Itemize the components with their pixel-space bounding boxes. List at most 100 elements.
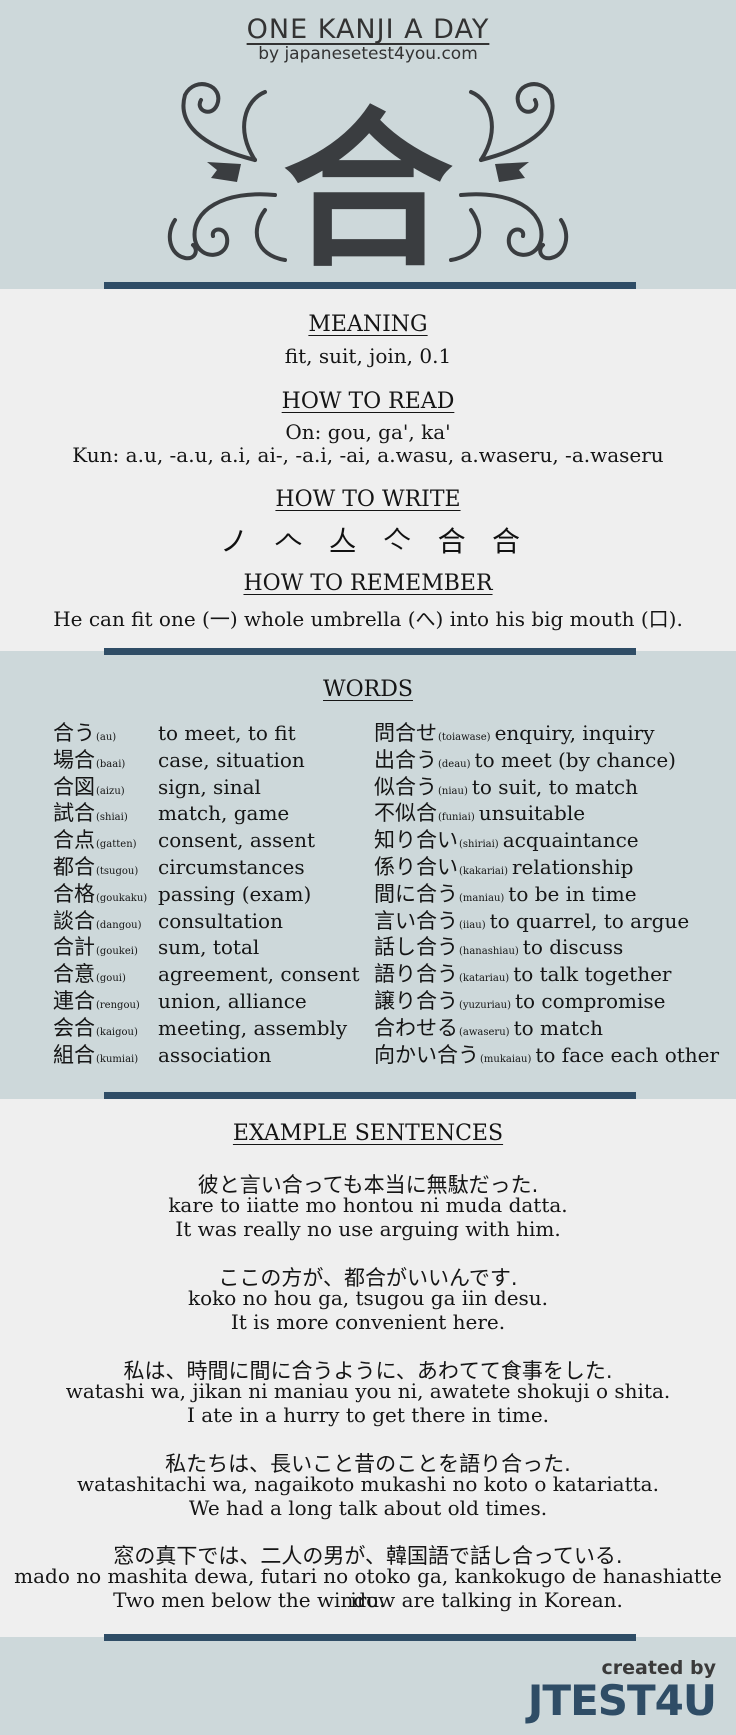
kanji-ornament: 合: [167, 82, 569, 270]
word-row: 場合(baai) case, situation: [53, 747, 373, 774]
word-reading: (maniau): [459, 892, 505, 904]
word-row: 話し合う(hanashiau) to discuss: [374, 934, 734, 961]
word-row: 合計(goukei) sum, total: [53, 934, 373, 961]
remember-heading: HOW TO REMEMBER: [243, 571, 493, 596]
word-meaning: association: [158, 1042, 272, 1067]
word-meaning: to meet, to fit: [158, 721, 296, 745]
word-kanji: 合意: [53, 962, 95, 987]
word-reading: (goukaku): [96, 892, 148, 904]
word-row: 会合(kaigou) meeting, assembly: [53, 1015, 373, 1042]
word-row: 語り合う(katariau) to talk together: [374, 961, 734, 988]
word-row: 不似合(funiai) unsuitable: [374, 800, 734, 827]
word-row: 談合(dangou) consultation: [53, 908, 373, 935]
word-reading: (kaigou): [96, 1026, 138, 1038]
word-meaning: to suit, to match: [471, 774, 639, 799]
word-meaning: to talk together: [513, 962, 672, 987]
word-reading: (hanashiau): [459, 946, 519, 958]
word-kanji: 合格: [53, 881, 95, 906]
remember-text: He can fit one (一) whole umbrella (へ) in…: [53, 607, 683, 631]
word-reading: (niau): [438, 785, 468, 797]
word-row: 合点(gatten) consent, assent: [53, 827, 373, 854]
word-reading: (baai): [96, 758, 126, 770]
word-row: 似合う(niau) to suit, to match: [374, 774, 734, 801]
word-meaning: sign, sinal: [158, 774, 261, 799]
divider: [104, 1634, 636, 1641]
word-reading: (dangou): [96, 919, 142, 931]
stroke-step: 亼: [328, 525, 357, 558]
word-meaning: meeting, assembly: [158, 1015, 348, 1040]
word-row: 合格(goukaku) passing (exam): [53, 881, 373, 908]
word-kanji: 合わせる: [374, 1015, 458, 1040]
word-row: 都合(tsugou) circumstances: [53, 854, 373, 881]
meaning-heading: MEANING: [308, 312, 428, 337]
word-reading: (tsugou): [96, 865, 139, 877]
word-meaning: consultation: [158, 908, 283, 933]
word-kanji: 都合: [53, 854, 95, 879]
write-heading: HOW TO WRITE: [275, 487, 461, 512]
word-row: 向かい合う(mukaiau) to face each other: [374, 1042, 734, 1069]
word-kanji: 合点: [53, 828, 95, 853]
word-reading: (iiau): [459, 919, 486, 931]
word-reading: (awaseru): [459, 1026, 510, 1038]
read-on: On: gou, ga', ka': [285, 420, 451, 444]
stroke-step: ノ: [220, 525, 249, 558]
word-row: 組合(kumiai) association: [53, 1042, 373, 1069]
word-meaning: consent, assent: [158, 828, 316, 853]
word-row: 知り合い(shiriai) acquaintance: [374, 827, 734, 854]
word-kanji: 会合: [53, 1015, 95, 1040]
word-reading: (toiawase): [438, 732, 491, 743]
word-meaning: to match: [513, 1015, 604, 1040]
word-reading: (shiriai): [459, 839, 499, 851]
word-kanji: 試合: [53, 801, 95, 826]
example-romaji: kare to iiatte mo hontou ni muda datta.: [168, 1193, 568, 1217]
example-english: It was really no use arguing with him.: [175, 1217, 561, 1241]
word-row: 合図(aizu) sign, sinal: [53, 774, 373, 801]
word-reading: (aizu): [96, 785, 125, 797]
word-reading: (gatten): [96, 839, 137, 851]
word-meaning: to quarrel, to argue: [489, 908, 690, 933]
stroke-step: 𠆢: [274, 525, 303, 558]
word-kanji: 似合う: [374, 774, 437, 799]
example-romaji: koko no hou ga, tsugou ga iin desu.: [187, 1286, 549, 1310]
word-reading: (rengou): [96, 999, 140, 1011]
word-row: 合意(goui) agreement, consent: [53, 961, 373, 988]
stroke-step: 亽: [383, 525, 412, 558]
word-reading: (mukaiau): [480, 1053, 532, 1065]
stroke-order: ノ 𠆢 亼 亽 合 合: [220, 520, 520, 560]
word-row: 試合(shiai) match, game: [53, 800, 373, 827]
words-right-column: 問合せ(toiawase) enquiry, inquiry 出合う(deau) to…: [374, 720, 734, 1068]
word-reading: (deau): [438, 758, 471, 770]
word-kanji: 出合う: [374, 747, 437, 772]
infographic: ONE KANJI A DAY by japanesetest4you.com …: [0, 0, 736, 1735]
word-kanji: 合計: [53, 935, 95, 960]
word-row: 出合う(deau) to meet (by chance): [374, 747, 734, 774]
page-title: ONE KANJI A DAY: [246, 14, 490, 45]
word-row: 連合(rengou) union, alliance: [53, 988, 373, 1015]
example-english: Two men below the window are talking in …: [113, 1588, 623, 1612]
brand-logo: JTEST4U: [527, 1676, 717, 1725]
word-meaning: agreement, consent: [158, 962, 360, 987]
stroke-step: 合: [437, 525, 466, 558]
word-row: 合う(au) to meet, to fit: [53, 720, 373, 747]
kanji-character: 合: [283, 93, 453, 270]
word-reading: (au): [96, 732, 117, 743]
word-reading: (kakariai): [459, 865, 508, 877]
word-reading: (katariau): [459, 973, 510, 985]
examples-heading: EXAMPLE SENTENCES: [232, 1121, 504, 1146]
word-kanji: 不似合: [374, 801, 437, 826]
word-kanji: 談合: [53, 908, 95, 933]
word-meaning: match, game: [158, 801, 290, 826]
word-kanji: 合う: [53, 721, 95, 745]
word-meaning: acquaintance: [502, 828, 639, 853]
word-kanji: 知り合い: [374, 828, 458, 853]
word-kanji: 組合: [53, 1042, 95, 1067]
word-meaning: case, situation: [158, 747, 305, 772]
meaning-text: fit, suit, join, 0.1: [284, 344, 452, 368]
word-kanji: 連合: [53, 988, 95, 1013]
word-kanji: 向かい合う: [374, 1042, 479, 1067]
word-meaning: relationship: [511, 854, 634, 879]
word-reading: (kumiai): [96, 1053, 139, 1065]
word-kanji: 問合せ: [374, 721, 437, 745]
example-romaji: watashi wa, jikan ni maniau you ni, awat…: [65, 1379, 671, 1403]
word-reading: (shiai): [96, 812, 128, 824]
